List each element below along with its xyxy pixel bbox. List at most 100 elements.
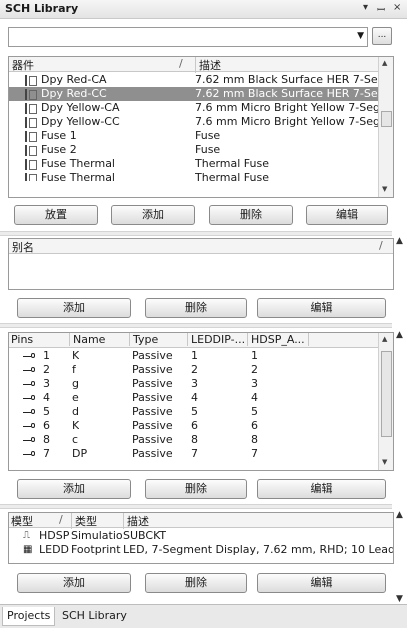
component-row[interactable]: Fuse 1 Fuse <box>9 129 379 143</box>
pin-hdsp: 6 <box>251 419 258 432</box>
pin-icon <box>23 422 35 430</box>
alias-list[interactable]: 别名 / <box>8 238 394 290</box>
component-row[interactable]: Dpy Yellow-CA 7.6 mm Micro Bright Yellow… <box>9 101 379 115</box>
component-row[interactable]: Dpy Red-CA 7.62 mm Black Surface HER 7-S… <box>9 73 379 87</box>
add-pin-button[interactable]: 添加 <box>17 479 131 499</box>
pin-leddip: 3 <box>191 377 198 390</box>
component-name: Fuse Thermal <box>41 171 115 181</box>
pin-row[interactable]: 2 f Passive 2 2 <box>9 363 379 377</box>
component-row[interactable]: Dpy Yellow-CC 7.6 mm Micro Bright Yellow… <box>9 115 379 129</box>
column-name[interactable]: Name <box>69 333 105 346</box>
pin-hdsp: 2 <box>251 363 258 376</box>
tab-projects[interactable]: Projects <box>2 607 56 626</box>
scroll-up-icon[interactable]: ▲ <box>382 59 387 67</box>
pin-list-scrollbar[interactable]: ▲ ▼ <box>378 333 393 470</box>
pin-type: Passive <box>132 391 173 404</box>
sort-indicator: / <box>379 239 383 252</box>
pin-icon <box>23 380 35 388</box>
delete-model-button[interactable]: 删除 <box>145 573 247 593</box>
column-component[interactable]: 器件 <box>12 57 34 73</box>
splitter[interactable] <box>0 231 392 236</box>
column-alias[interactable]: 别名 <box>12 239 34 255</box>
edit-pin-button[interactable]: 编辑 <box>257 479 386 499</box>
pin-name: d <box>72 405 79 418</box>
dropdown-arrow-icon[interactable]: ▼ <box>357 31 364 41</box>
close-icon[interactable]: × <box>393 2 401 13</box>
pin-row[interactable]: 4 e Passive 4 4 <box>9 391 379 405</box>
browse-button[interactable]: ... <box>372 27 392 45</box>
model-type: Footprint <box>71 543 121 556</box>
component-list[interactable]: 器件 / 描述 Dpy Red-CA 7.62 mm Black Surface… <box>8 56 394 198</box>
model-row[interactable]: ▦ LEDD Footprint LED, 7-Segment Display,… <box>9 543 393 557</box>
column-description[interactable]: 描述 <box>195 57 221 73</box>
pin-leddip: 2 <box>191 363 198 376</box>
tab-sch-library[interactable]: SCH Library <box>58 607 131 625</box>
pin-row[interactable]: 7 DP Passive 7 7 <box>9 447 379 457</box>
pin-number: 6 <box>43 419 50 432</box>
place-button[interactable]: 放置 <box>14 205 98 225</box>
delete-pin-button[interactable]: 删除 <box>145 479 247 499</box>
delete-alias-button[interactable]: 删除 <box>145 298 247 318</box>
add-alias-button[interactable]: 添加 <box>17 298 131 318</box>
pin-icon <box>23 394 35 402</box>
column-type[interactable]: Type <box>129 333 158 346</box>
add-component-button[interactable]: 添加 <box>111 205 195 225</box>
splitter[interactable] <box>0 323 392 328</box>
model-list-header: 模型 / 类型 描述 <box>9 513 393 529</box>
collapse-up-icon[interactable]: ▲ <box>396 330 403 340</box>
pin-name: K <box>72 349 80 362</box>
sort-indicator: / <box>59 513 63 526</box>
scroll-thumb[interactable] <box>381 351 392 437</box>
edit-alias-button[interactable]: 编辑 <box>257 298 386 318</box>
pin-hdsp: 7 <box>251 447 258 457</box>
edit-model-button[interactable]: 编辑 <box>257 573 386 593</box>
component-description: Fuse <box>195 143 221 156</box>
pin-row[interactable]: 1 K Passive 1 1 <box>9 349 379 363</box>
collapse-up-icon[interactable]: ▲ <box>396 236 403 246</box>
pin-row[interactable]: 3 g Passive 3 3 <box>9 377 379 391</box>
pin-type: Passive <box>132 363 173 376</box>
library-filter-combo[interactable]: ▼ <box>8 27 368 47</box>
model-row[interactable]: ⎍ HDSP Simulatio SUBCKT <box>9 529 393 543</box>
pin-list[interactable]: Pins Name Type LEDDIP-... HDSP_A... 1 K … <box>8 332 394 471</box>
panel-menu-icon[interactable]: ▾ <box>363 2 368 13</box>
component-row[interactable]: Fuse 2 Fuse <box>9 143 379 157</box>
pin-panel-icon[interactable]: ꟷ <box>377 2 385 16</box>
scroll-down-icon[interactable]: ▼ <box>382 185 387 193</box>
column-pins[interactable]: Pins <box>11 333 33 346</box>
edit-component-button[interactable]: 编辑 <box>306 205 388 225</box>
component-row[interactable]: Fuse Thermal Thermal Fuse <box>9 171 379 181</box>
panel-title: SCH Library <box>5 2 79 15</box>
model-name: LEDD <box>39 543 70 556</box>
pin-row[interactable]: 6 K Passive 6 6 <box>9 419 379 433</box>
component-row[interactable]: Fuse Thermal Thermal Fuse <box>9 157 379 171</box>
pin-row[interactable]: 8 c Passive 8 8 <box>9 433 379 447</box>
model-list[interactable]: 模型 / 类型 描述 ⎍ HDSP Simulatio SUBCKT ▦ LED… <box>8 512 394 564</box>
column-type[interactable]: 类型 <box>71 513 97 529</box>
component-description: 7.6 mm Micro Bright Yellow 7-Segm <box>195 115 378 128</box>
component-name: Dpy Yellow-CA <box>41 101 120 114</box>
column-leddip[interactable]: LEDDIP-... <box>187 333 245 346</box>
pin-number: 5 <box>43 405 50 418</box>
add-model-button[interactable]: 添加 <box>17 573 131 593</box>
pin-leddip: 7 <box>191 447 198 457</box>
expand-down-icon[interactable]: ▼ <box>396 594 403 604</box>
column-model[interactable]: 模型 <box>11 513 33 529</box>
component-description: Thermal Fuse <box>195 157 269 170</box>
scroll-thumb[interactable] <box>381 111 392 127</box>
scroll-up-icon[interactable]: ▲ <box>382 335 387 343</box>
scroll-down-icon[interactable]: ▼ <box>382 458 387 466</box>
pin-name: f <box>72 363 76 376</box>
collapse-up-icon[interactable]: ▲ <box>396 510 403 520</box>
column-description[interactable]: 描述 <box>123 513 149 529</box>
component-description: 7.62 mm Black Surface HER 7-Se... <box>195 87 378 100</box>
pin-type: Passive <box>132 433 173 446</box>
component-list-scrollbar[interactable]: ▲ ▼ <box>378 57 393 197</box>
pin-name: DP <box>72 447 88 457</box>
splitter[interactable] <box>0 504 392 509</box>
pin-icon <box>23 436 35 444</box>
component-row-selected[interactable]: Dpy Red-CC 7.62 mm Black Surface HER 7-S… <box>9 87 379 101</box>
delete-component-button[interactable]: 删除 <box>209 205 293 225</box>
column-hdsp[interactable]: HDSP_A... <box>247 333 309 346</box>
pin-row[interactable]: 5 d Passive 5 5 <box>9 405 379 419</box>
